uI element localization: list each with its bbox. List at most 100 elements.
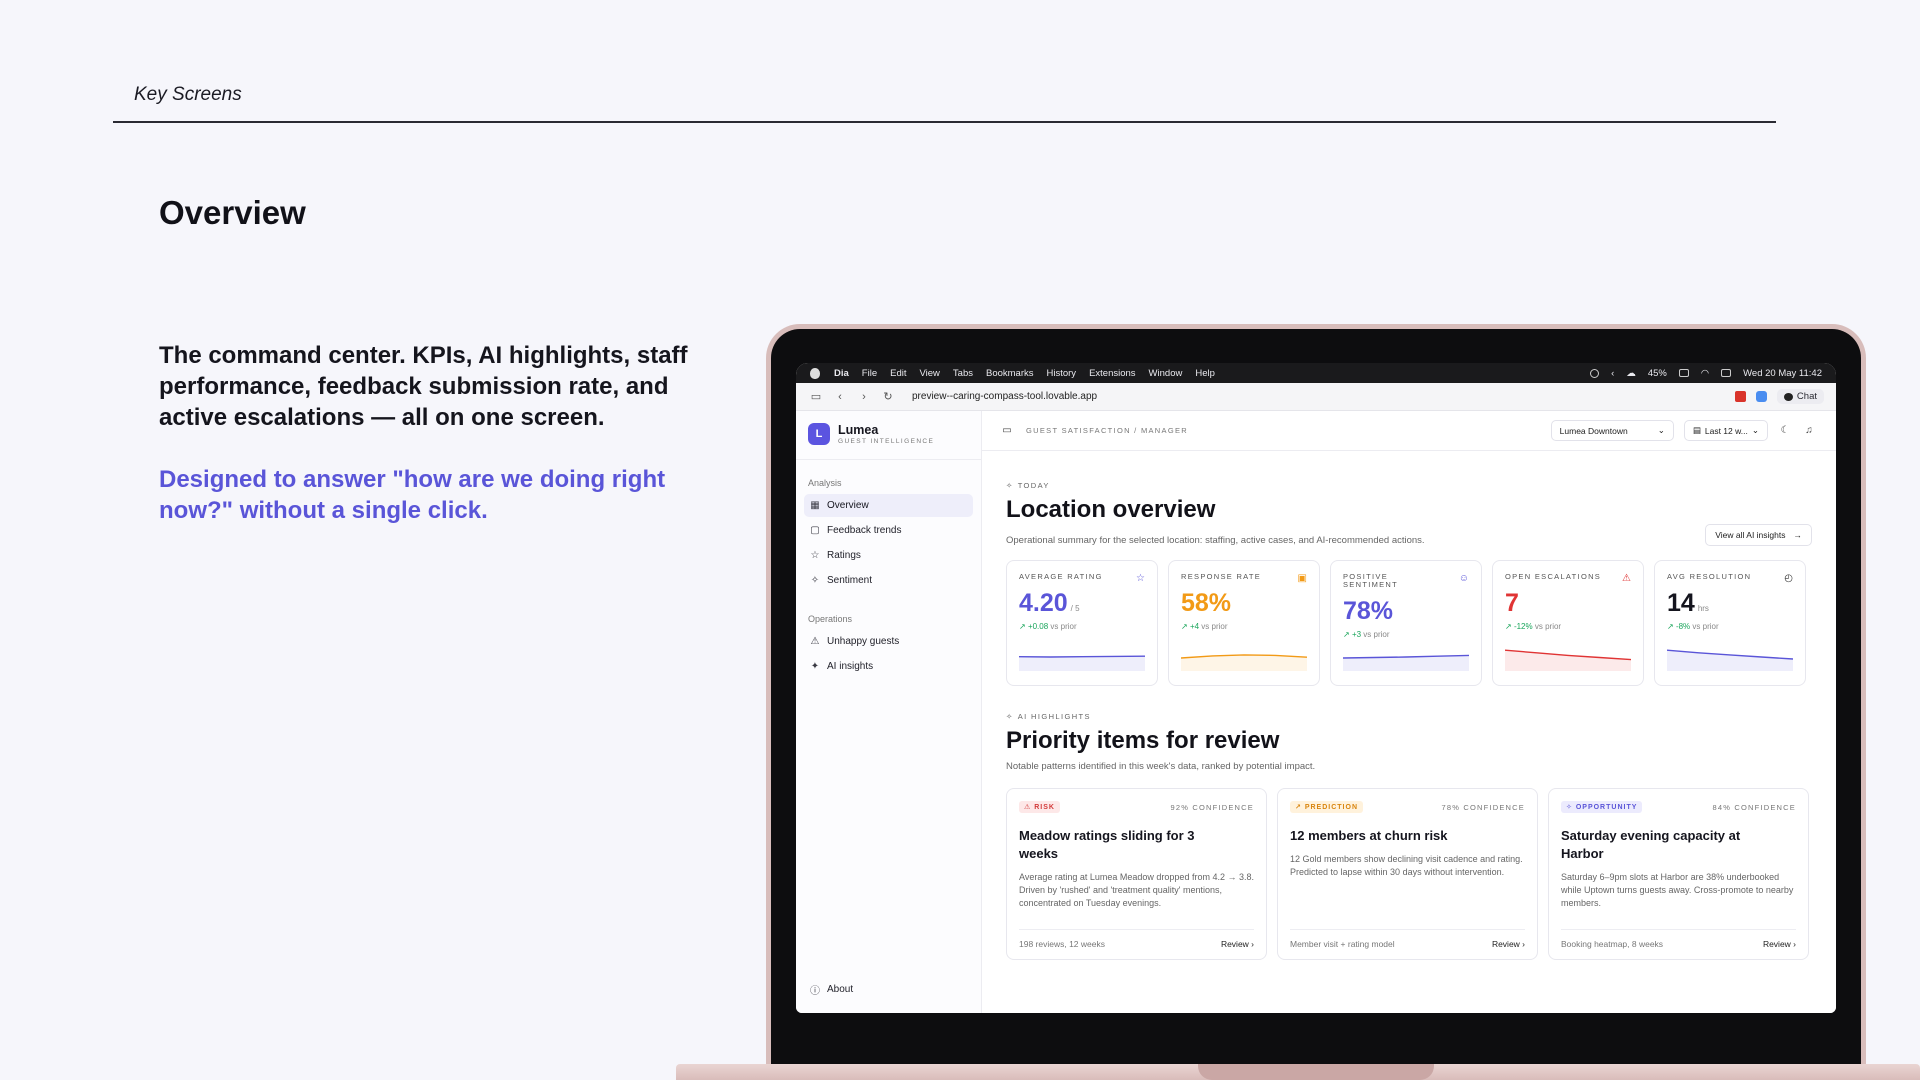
menubar-datetime[interactable]: Wed 20 May 11:42 [1743, 368, 1822, 379]
badge-label: RISK [1034, 804, 1055, 811]
apple-icon[interactable] [810, 367, 820, 379]
sidebar-item-unhappy-guests[interactable]: ⚠ Unhappy guests [804, 630, 973, 653]
extension-icon[interactable] [1755, 391, 1767, 402]
kpi-label: RESPONSE RATE [1181, 572, 1262, 581]
mac-menubar: Dia File Edit View Tabs Bookmarks Histor… [796, 363, 1836, 383]
control-center-icon[interactable] [1721, 369, 1732, 377]
card-badge: ↗ PREDICTION [1290, 801, 1363, 813]
clock-icon: ◴ [1784, 573, 1793, 584]
review-link[interactable]: Review › [1221, 939, 1254, 949]
highlight-card[interactable]: ✧ OPPORTUNITY 84% CONFIDENCE Saturday ev… [1548, 788, 1809, 960]
kpi-delta-suffix: vs prior [1363, 630, 1390, 639]
review-link[interactable]: Review › [1763, 939, 1796, 949]
kpi-label: OPEN ESCALATIONS [1505, 572, 1602, 581]
kpi-delta-suffix: vs prior [1201, 622, 1228, 631]
overview-eyebrow-text: TODAY [1017, 481, 1050, 490]
sidebar-item-overview[interactable]: ▦ Overview [804, 494, 973, 517]
card-footer: 198 reviews, 12 weeks Review › [1019, 929, 1254, 949]
kpi-sparkline [1343, 654, 1469, 671]
sidebar-toggle-icon[interactable]: ▭ [808, 390, 824, 404]
badge-label: OPPORTUNITY [1575, 804, 1638, 811]
wifi-icon[interactable]: ◠ [1701, 368, 1709, 379]
kpi-label: POSITIVE SENTIMENT [1343, 572, 1399, 589]
battery-percent: 45% [1647, 367, 1667, 379]
kpi-card[interactable]: OPEN ESCALATIONS ⚠ 7 ↗ -12% vs prior [1492, 560, 1644, 686]
section-divider [113, 121, 1776, 123]
kpi-delta: ↗ +0.08 vs prior [1019, 622, 1145, 631]
sidebar-item-feedback-trends[interactable]: ▢ Feedback trends [804, 519, 973, 542]
review-link[interactable]: Review › [1492, 939, 1525, 949]
period-select[interactable]: ▤ Last 12 w... ⌄ [1683, 420, 1768, 441]
highlight-card[interactable]: ↗ PREDICTION 78% CONFIDENCE 12 members a… [1277, 788, 1538, 960]
trend-up-icon: ↗ [1343, 630, 1350, 639]
menu-history[interactable]: History [1047, 368, 1077, 379]
brand[interactable]: L Lumea GUEST INTELLIGENCE [796, 423, 981, 460]
panel-toggle-icon[interactable]: ▭ [1000, 424, 1014, 438]
calendar-icon: ▤ [1692, 425, 1701, 435]
menu-window[interactable]: Window [1149, 368, 1183, 379]
top-bar: ▭ GUEST SATISFACTION / MANAGER Lumea Dow… [982, 411, 1836, 451]
laptop-notch [1198, 1064, 1434, 1080]
kpi-delta-value: +0.08 [1027, 622, 1049, 631]
sidebar-item-label: Sentiment [827, 575, 873, 586]
brand-name: Lumea [838, 423, 879, 437]
menu-tabs[interactable]: Tabs [953, 368, 973, 379]
menu-file[interactable]: File [862, 368, 877, 379]
highlight-card[interactable]: ⚠ RISK 92% CONFIDENCE Meadow ratings sli… [1006, 788, 1267, 960]
menu-dia[interactable]: Dia [834, 368, 849, 379]
warning-icon: ⚠ [810, 636, 820, 647]
view-all-insights-button[interactable]: View all AI insights → [1705, 524, 1812, 546]
chat-bubble-icon [1783, 392, 1793, 401]
kpi-card[interactable]: RESPONSE RATE ▣ 58% ↗ +4 vs prior [1168, 560, 1320, 686]
sidebar: L Lumea GUEST INTELLIGENCE Analysis ▦ Ov… [796, 411, 982, 1013]
overview-subtitle: Operational summary for the selected loc… [1006, 535, 1425, 546]
sidebar-item-label: AI insights [827, 661, 874, 672]
menu-view[interactable]: View [919, 368, 939, 379]
kpi-delta: ↗ +4 vs prior [1181, 622, 1307, 631]
location-select-value: Lumea Downtown [1559, 425, 1628, 436]
kpi-delta-suffix: vs prior [1534, 622, 1562, 631]
kpi-value-number: 7 [1505, 589, 1519, 617]
laptop-screen: Dia File Edit View Tabs Bookmarks Histor… [796, 363, 1836, 1013]
card-body: 12 Gold members show declining visit cad… [1290, 854, 1523, 877]
sparkle-icon: ✧ [1006, 712, 1014, 721]
badge-icon: ↗ [1295, 804, 1302, 811]
chevron-left-icon[interactable]: ‹ [1611, 368, 1614, 379]
accent-description: Designed to answer "how are we doing rig… [159, 466, 666, 524]
play-icon[interactable] [1590, 368, 1600, 378]
location-select[interactable]: Lumea Downtown ⌄ [1550, 420, 1674, 441]
chat-button[interactable]: Chat [1776, 389, 1824, 404]
menu-help[interactable]: Help [1195, 368, 1215, 379]
kpi-card[interactable]: POSITIVE SENTIMENT ☺ 78% ↗ +3 vs prior [1330, 560, 1482, 686]
kpi-card[interactable]: AVG RESOLUTION ◴ 14 hrs ↗ -8% vs prior [1654, 560, 1806, 686]
overview-eyebrow: ✧ TODAY [1006, 481, 1812, 490]
pdf-extension-icon[interactable] [1734, 391, 1746, 402]
sidebar-item-about[interactable]: ⓘ About [804, 978, 859, 1001]
kpi-card[interactable]: AVERAGE RATING ☆ 4.20 / 5 ↗ +0.08 vs pri… [1006, 560, 1158, 686]
back-icon[interactable]: ‹ [832, 390, 848, 404]
reload-icon[interactable]: ↻ [880, 390, 896, 404]
card-badge: ⚠ RISK [1019, 801, 1060, 813]
menu-bookmarks[interactable]: Bookmarks [986, 368, 1034, 379]
highlights-title: Priority items for review [1006, 727, 1280, 754]
card-title: Meadow ratings sliding for 3 weeks [1019, 828, 1195, 861]
sidebar-item-ratings[interactable]: ☆ Ratings [804, 544, 973, 567]
forward-icon[interactable]: › [856, 390, 872, 404]
address-bar[interactable]: preview--caring-compass-tool.lovable.app [912, 391, 1097, 402]
sidebar-item-label: Ratings [827, 550, 861, 561]
kpi-delta-value: +4 [1189, 622, 1200, 631]
menu-extensions[interactable]: Extensions [1089, 368, 1135, 379]
battery-icon[interactable] [1678, 369, 1689, 377]
bell-icon[interactable]: ♫ [1802, 424, 1816, 438]
theme-toggle-icon[interactable]: ☾ [1778, 424, 1792, 438]
sidebar-item-sentiment[interactable]: ✧ Sentiment [804, 569, 973, 592]
card-footer-source: Member visit + rating model [1290, 939, 1395, 949]
arrow-right-icon: → [1793, 530, 1803, 540]
sidebar-item-ai-insights[interactable]: ✦ AI insights [804, 655, 973, 678]
overview-content: ✧ TODAY Location overview Operational su… [982, 481, 1836, 960]
cloud-icon[interactable]: ☁ [1626, 368, 1636, 379]
menu-edit[interactable]: Edit [890, 368, 906, 379]
app-shell: L Lumea GUEST INTELLIGENCE Analysis ▦ Ov… [796, 411, 1836, 1013]
badge-icon: ✧ [1566, 804, 1573, 811]
card-header: ✧ OPPORTUNITY 84% CONFIDENCE [1561, 801, 1796, 813]
